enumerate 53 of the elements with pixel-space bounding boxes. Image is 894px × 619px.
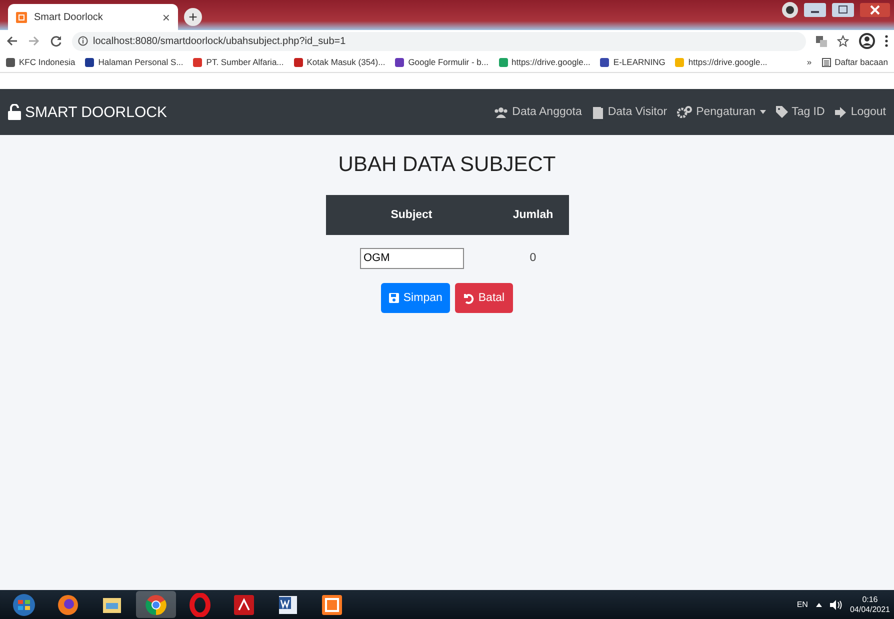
bookmark-item[interactable]: KFC Indonesia [6,57,76,67]
bookmark-item[interactable]: Halaman Personal S... [85,57,184,67]
tray-arrow-icon[interactable] [816,602,822,606]
tab-close-button[interactable]: × [162,10,170,24]
gears-icon [677,106,692,118]
close-icon[interactable] [860,3,890,17]
bookmark-item[interactable]: https://drive.google... [675,57,768,67]
clock[interactable]: 0:16 04/04/2021 [850,594,890,614]
reading-list-button[interactable]: Daftar bacaan [822,57,888,67]
bookmark-item[interactable]: Kotak Masuk (354)... [294,57,386,67]
back-icon[interactable] [6,35,18,47]
page-title: UBAH DATA SUBJECT [338,153,556,177]
undo-icon [463,292,474,304]
users-icon [494,106,508,118]
reload-icon[interactable] [50,35,62,47]
save-icon [389,293,400,303]
bookmark-item[interactable]: PT. Sumber Alfaria... [193,57,284,67]
maximize-icon[interactable] [832,3,854,17]
nav-link[interactable]: Data Visitor [592,106,668,118]
cancel-button[interactable]: Batal [455,283,513,313]
column-header: Subject [326,195,498,235]
brand-title[interactable]: SMART DOORLOCK [25,104,167,120]
bookmark-item[interactable]: E-LEARNING [600,57,666,67]
star-icon[interactable] [837,35,849,47]
bookmark-item[interactable]: Google Formulir - b... [395,57,488,67]
menu-icon[interactable] [885,35,888,47]
nav-link[interactable]: Pengaturan [677,106,766,118]
column-header: Jumlah [498,195,568,235]
browser-tab[interactable]: Smart Doorlock × [8,4,178,30]
bookmark-item[interactable]: https://drive.google... [498,57,590,67]
address-bar[interactable]: localhost:8080/smartdoorlock/ubahsubject.php?id_sub=1 [72,32,806,50]
account-icon[interactable] [859,33,875,49]
language-indicator[interactable]: EN [796,600,808,609]
nav-link[interactable]: Data Anggota [494,106,582,118]
subject-input[interactable]: OGM [360,248,464,268]
translate-icon[interactable] [816,36,827,46]
profile-badge-icon [782,2,798,18]
tag-icon [776,106,788,118]
table-cell: 0 [530,252,536,264]
tab-title: Smart Doorlock [34,12,104,22]
speaker-icon[interactable] [830,600,842,610]
save-button[interactable]: Simpan [381,283,450,313]
tab-favicon-icon [16,12,27,22]
round-browser-icon[interactable] [136,591,176,618]
door-icon [592,106,604,118]
more-bookmarks-button[interactable]: » [806,57,812,67]
logout-icon [834,106,847,118]
list-icon [822,58,831,66]
nav-link[interactable]: Logout [834,106,886,118]
nav-link[interactable]: Tag ID [776,106,825,118]
minimize-icon[interactable] [804,3,826,17]
new-tab-button[interactable]: + [184,8,202,26]
unlocked-padlock-icon [8,104,21,120]
